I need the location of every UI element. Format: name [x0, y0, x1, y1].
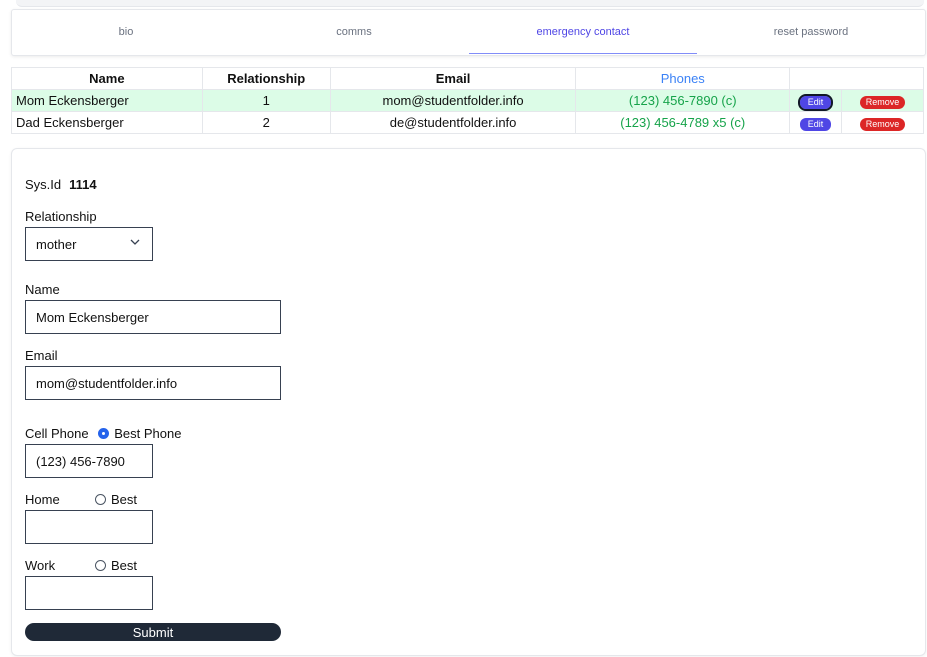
tab-bio[interactable]: bio	[12, 10, 240, 54]
sysid-row: Sys.Id 1114	[25, 177, 97, 192]
work-phone-field[interactable]	[25, 576, 153, 610]
tab-reset-password[interactable]: reset password	[697, 10, 925, 54]
cell-phone-row: Cell Phone Best Phone	[25, 426, 181, 441]
tab-emergency-contact[interactable]: emergency contact	[469, 10, 697, 54]
column-header-email: Email	[329, 67, 577, 90]
name-field-value: Mom Eckensberger	[36, 309, 149, 325]
column-header-actions	[789, 67, 924, 90]
home-phone-field[interactable]	[25, 510, 153, 544]
column-header-name: Name	[11, 67, 203, 90]
edit-button[interactable]: Edit	[799, 117, 832, 131]
column-header-relationship: Relationship	[201, 67, 331, 90]
home-phone-row: Home Best	[25, 492, 137, 507]
cell-remove: Remove	[841, 89, 924, 112]
top-strip	[16, 0, 924, 7]
cell-best-radio[interactable]	[98, 428, 110, 439]
tab-comms[interactable]: comms	[240, 10, 468, 54]
edit-button[interactable]: Edit	[797, 93, 834, 111]
cell-name: Dad Eckensberger	[11, 111, 203, 134]
cell-edit: Edit	[789, 89, 843, 112]
remove-button[interactable]: Remove	[859, 95, 906, 109]
work-phone-label: Work	[25, 558, 56, 573]
contact-form: Sys.Id 1114 Relationship mother Name Mom …	[11, 148, 926, 656]
submit-button[interactable]: Submit	[25, 623, 281, 641]
cell-email: de@studentfolder.info	[329, 111, 577, 134]
relationship-select-value: mother	[36, 236, 77, 252]
relationship-select[interactable]: mother	[25, 227, 153, 261]
sysid-label: Sys.Id	[25, 177, 62, 192]
cell-edit: Edit	[789, 111, 843, 134]
cell-phones: (123) 456-4789 x5 (c)	[575, 111, 791, 134]
work-best-label: Best	[111, 558, 138, 573]
name-label: Name	[25, 282, 60, 297]
table-row[interactable]: Mom Eckensberger 1 mom@studentfolder.inf…	[11, 89, 924, 112]
cell-phone-field-value: (123) 456-7890	[36, 453, 125, 469]
cell-phones: (123) 456-7890 (c)	[575, 89, 791, 112]
email-field[interactable]: mom@studentfolder.info	[25, 366, 281, 400]
remove-button[interactable]: Remove	[859, 117, 906, 131]
email-field-value: mom@studentfolder.info	[36, 375, 178, 391]
contacts-table: Name Relationship Email Phones Mom Ecken…	[11, 67, 924, 134]
chevron-down-icon	[130, 239, 140, 245]
cell-name: Mom Eckensberger	[11, 89, 203, 112]
sysid-value: 1114	[69, 177, 97, 192]
tab-bar: bio comms emergency contact reset passwo…	[11, 9, 926, 56]
cell-phone-field[interactable]: (123) 456-7890	[25, 444, 153, 478]
home-best-label: Best	[111, 492, 138, 507]
cell-relationship: 2	[201, 111, 331, 134]
table-row[interactable]: Dad Eckensberger 2 de@studentfolder.info…	[11, 111, 924, 134]
work-phone-row: Work Best	[25, 558, 137, 573]
work-best-radio[interactable]	[95, 560, 106, 571]
home-phone-label: Home	[25, 492, 60, 507]
table-header-row: Name Relationship Email Phones	[11, 67, 924, 90]
cell-phone-label: Cell Phone	[25, 426, 89, 441]
relationship-label: Relationship	[25, 209, 97, 224]
name-field[interactable]: Mom Eckensberger	[25, 300, 281, 334]
cell-relationship: 1	[201, 89, 331, 112]
cell-email: mom@studentfolder.info	[329, 89, 577, 112]
email-label: Email	[25, 348, 58, 363]
column-header-phones[interactable]: Phones	[575, 67, 791, 90]
cell-best-label: Best Phone	[114, 426, 182, 441]
cell-remove: Remove	[841, 111, 924, 134]
home-best-radio[interactable]	[95, 494, 106, 505]
